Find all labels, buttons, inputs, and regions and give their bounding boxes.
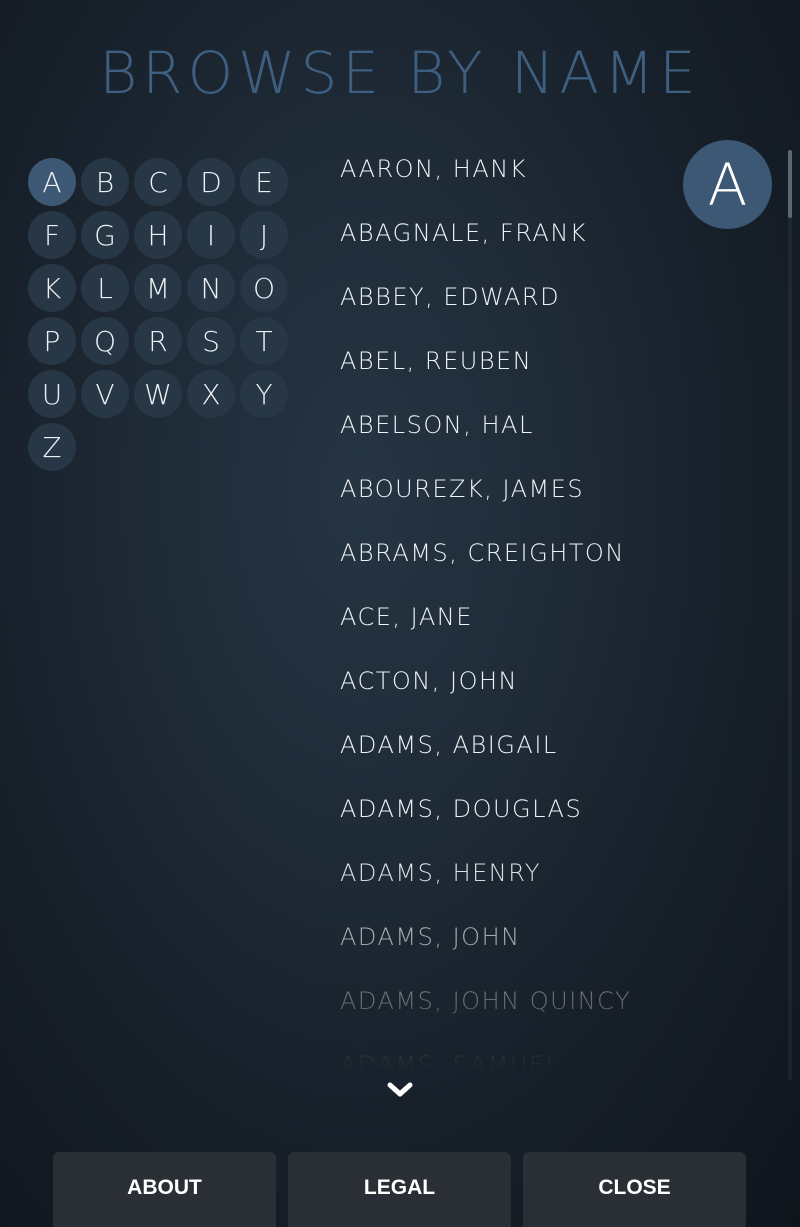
letter-button-w[interactable]: W	[134, 370, 182, 418]
scroll-down-button[interactable]	[380, 1074, 420, 1106]
list-item[interactable]: ABELSON, HAL	[340, 393, 760, 457]
list-item[interactable]: ABOUREZK, JAMES	[340, 457, 760, 521]
alphabet-index: ABCDE FGHIJ KLMNO PQRST UVWXY Z	[28, 158, 294, 471]
letter-button-p[interactable]: P	[28, 317, 76, 365]
chevron-down-icon	[387, 1082, 413, 1097]
list-item[interactable]: ABBEY, EDWARD	[340, 265, 760, 329]
letter-button-s[interactable]: S	[187, 317, 235, 365]
letter-button-c[interactable]: C	[134, 158, 182, 206]
scrollbar[interactable]	[788, 150, 792, 1080]
page-title: BROWSE BY NAME	[99, 39, 701, 107]
list-item[interactable]: ADAMS, DOUGLAS	[340, 777, 760, 841]
list-item[interactable]: ABEL, REUBEN	[340, 329, 760, 393]
scrollbar-thumb[interactable]	[788, 150, 792, 218]
letter-button-i[interactable]: I	[187, 211, 235, 259]
letter-button-d[interactable]: D	[187, 158, 235, 206]
letter-button-o[interactable]: O	[240, 264, 288, 312]
letter-button-n[interactable]: N	[187, 264, 235, 312]
name-list: AARON, HANK ABAGNALE, FRANK ABBEY, EDWARD A…	[340, 137, 760, 1072]
letter-button-u[interactable]: U	[28, 370, 76, 418]
list-item[interactable]: ADAMS, JOHN	[340, 905, 760, 969]
list-item[interactable]: ACE, JANE	[340, 585, 760, 649]
letter-button-y[interactable]: Y	[240, 370, 288, 418]
letter-button-v[interactable]: V	[81, 370, 129, 418]
letter-button-j[interactable]: J	[240, 211, 288, 259]
letter-button-e[interactable]: E	[240, 158, 288, 206]
letter-button-m[interactable]: M	[134, 264, 182, 312]
letter-button-x[interactable]: X	[187, 370, 235, 418]
list-item[interactable]: ACTON, JOHN	[340, 649, 760, 713]
legal-button[interactable]: LEGAL	[288, 1152, 511, 1227]
list-item[interactable]: ADAMS, JOHN QUINCY	[340, 969, 760, 1033]
letter-button-z[interactable]: Z	[28, 423, 76, 471]
about-button[interactable]: ABOUT	[53, 1152, 276, 1227]
letter-button-q[interactable]: Q	[81, 317, 129, 365]
current-letter-badge: A	[683, 140, 772, 229]
letter-button-g[interactable]: G	[81, 211, 129, 259]
letter-button-k[interactable]: K	[28, 264, 76, 312]
close-button[interactable]: CLOSE	[523, 1152, 746, 1227]
letter-button-b[interactable]: B	[81, 158, 129, 206]
letter-button-f[interactable]: F	[28, 211, 76, 259]
list-item[interactable]: ADAMS, HENRY	[340, 841, 760, 905]
list-item[interactable]: ABRAMS, CREIGHTON	[340, 521, 760, 585]
footer-bar: ABOUT LEGAL CLOSE	[53, 1152, 746, 1227]
list-item[interactable]: ADAMS, ABIGAIL	[340, 713, 760, 777]
letter-button-h[interactable]: H	[134, 211, 182, 259]
letter-button-r[interactable]: R	[134, 317, 182, 365]
list-item[interactable]: ADAMS, SAMUEL	[340, 1033, 760, 1072]
letter-button-t[interactable]: T	[240, 317, 288, 365]
letter-button-l[interactable]: L	[81, 264, 129, 312]
letter-button-a[interactable]: A	[28, 158, 76, 206]
